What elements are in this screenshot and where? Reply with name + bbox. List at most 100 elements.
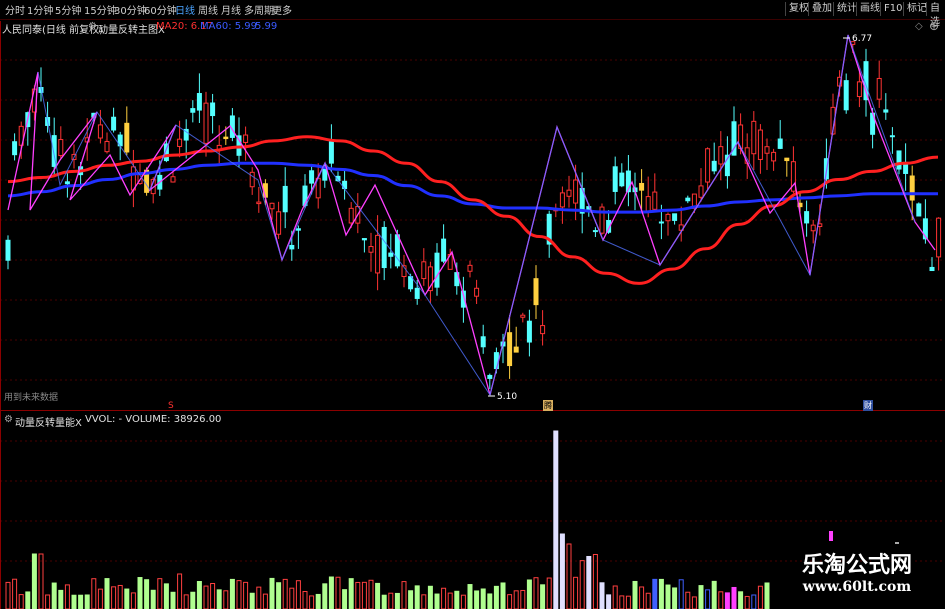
volume-bar	[540, 584, 546, 609]
period-tab[interactable]: 多周期	[244, 2, 274, 17]
toolbar-button[interactable]: F10	[880, 2, 905, 16]
volume-bar	[91, 578, 97, 609]
main-chart[interactable]: 6.77 5.10	[0, 20, 945, 410]
candle-body	[513, 346, 519, 353]
candle-body	[658, 221, 664, 224]
candle-body	[619, 172, 625, 187]
watermark: 乐淘公式网 www.60lt.com	[777, 547, 937, 605]
volume-bar	[302, 591, 308, 609]
period-tab[interactable]: 分时	[5, 2, 25, 17]
candle-body	[777, 138, 783, 149]
period-tab[interactable]: 30分钟	[114, 2, 147, 17]
candle-body	[929, 266, 935, 272]
volume-bar	[150, 589, 156, 609]
toolbar-button[interactable]: 叠加	[808, 2, 835, 16]
candle-body	[804, 211, 810, 224]
volume-bar	[124, 588, 130, 609]
candle-body	[5, 239, 11, 261]
candle-body	[751, 120, 757, 155]
volume-bar	[342, 589, 348, 609]
volume-bar	[229, 578, 235, 609]
candle-body	[64, 181, 70, 185]
low-annotation: 5.10	[497, 392, 517, 402]
volume-bar	[183, 594, 189, 609]
volume-bar	[31, 553, 37, 609]
candle-body	[480, 336, 486, 348]
volume-bar	[328, 576, 334, 609]
volume-bar	[711, 580, 717, 609]
volume-bar	[190, 591, 196, 609]
period-tab[interactable]: 60分钟	[144, 2, 177, 17]
volume-bar	[163, 583, 169, 609]
volume-bar	[520, 589, 526, 609]
volume-bar	[104, 578, 110, 609]
volume-bar	[210, 583, 216, 609]
volume-bar	[500, 582, 506, 609]
volume-bar	[295, 580, 301, 609]
candle-body	[111, 116, 117, 131]
volume-bar	[71, 594, 77, 609]
period-tab[interactable]: 月线	[221, 2, 241, 17]
candle-body	[896, 150, 902, 170]
volume-bar	[718, 591, 724, 609]
period-tab[interactable]: 更多	[272, 2, 292, 17]
volume-bar	[764, 582, 770, 609]
volume-bar	[25, 591, 31, 609]
candle-body	[210, 102, 216, 117]
candle-body	[705, 148, 711, 183]
volume-bar	[705, 589, 711, 609]
candle-body	[368, 246, 374, 253]
zigzag-line-blue	[37, 34, 916, 397]
candle-body	[698, 185, 704, 198]
volume-bar	[5, 581, 11, 609]
candle-body	[434, 252, 440, 288]
volume-bar	[236, 580, 242, 609]
toolbar-button[interactable]: 画线	[856, 2, 883, 16]
candle-body	[764, 146, 770, 154]
volume-bar	[289, 587, 295, 609]
volume-bar	[137, 577, 143, 609]
candle-body	[573, 179, 579, 204]
volume-bar	[315, 593, 321, 609]
volume-bar	[731, 586, 737, 609]
period-tab[interactable]: 15分钟	[84, 2, 117, 17]
volume-bar	[672, 587, 678, 609]
period-tab[interactable]: 日线	[175, 2, 195, 17]
volume-bar	[256, 586, 262, 609]
candle-body	[276, 211, 282, 235]
volume-bar	[282, 578, 288, 609]
volume-bar	[427, 585, 433, 609]
volume-bar	[507, 594, 513, 609]
volume-bar	[84, 594, 90, 609]
candle-body	[592, 230, 598, 233]
volume-bar	[678, 579, 684, 609]
volume-bar	[375, 582, 381, 609]
period-tab[interactable]: 1分钟	[27, 2, 53, 17]
volume-bar	[573, 576, 579, 609]
zigzag-line	[7, 34, 936, 396]
volume-bar	[553, 430, 559, 609]
volume-bar	[454, 590, 460, 609]
candle-body	[190, 108, 196, 113]
candle-body	[130, 166, 136, 191]
volume-bar	[45, 594, 51, 609]
candle-body	[889, 135, 895, 138]
volume-bar	[460, 594, 466, 609]
candle-body	[124, 122, 130, 153]
volume-bar	[592, 553, 598, 609]
period-tab[interactable]: 周线	[198, 2, 218, 17]
watermark-url: www.60lt.com	[802, 579, 912, 595]
volume-bar	[381, 594, 387, 609]
candle-body	[559, 192, 565, 208]
candle-body	[757, 129, 763, 160]
volume-bar	[691, 596, 697, 609]
candle-body	[388, 252, 394, 257]
candle-body	[375, 234, 381, 274]
candle-body	[843, 80, 849, 111]
toolbar-button[interactable]: 自选	[926, 2, 945, 28]
period-tab[interactable]: 5分钟	[55, 2, 81, 17]
candle-body	[223, 136, 229, 140]
volume-bar	[262, 593, 268, 609]
candle-body	[639, 182, 645, 191]
volume-bar	[546, 577, 552, 609]
